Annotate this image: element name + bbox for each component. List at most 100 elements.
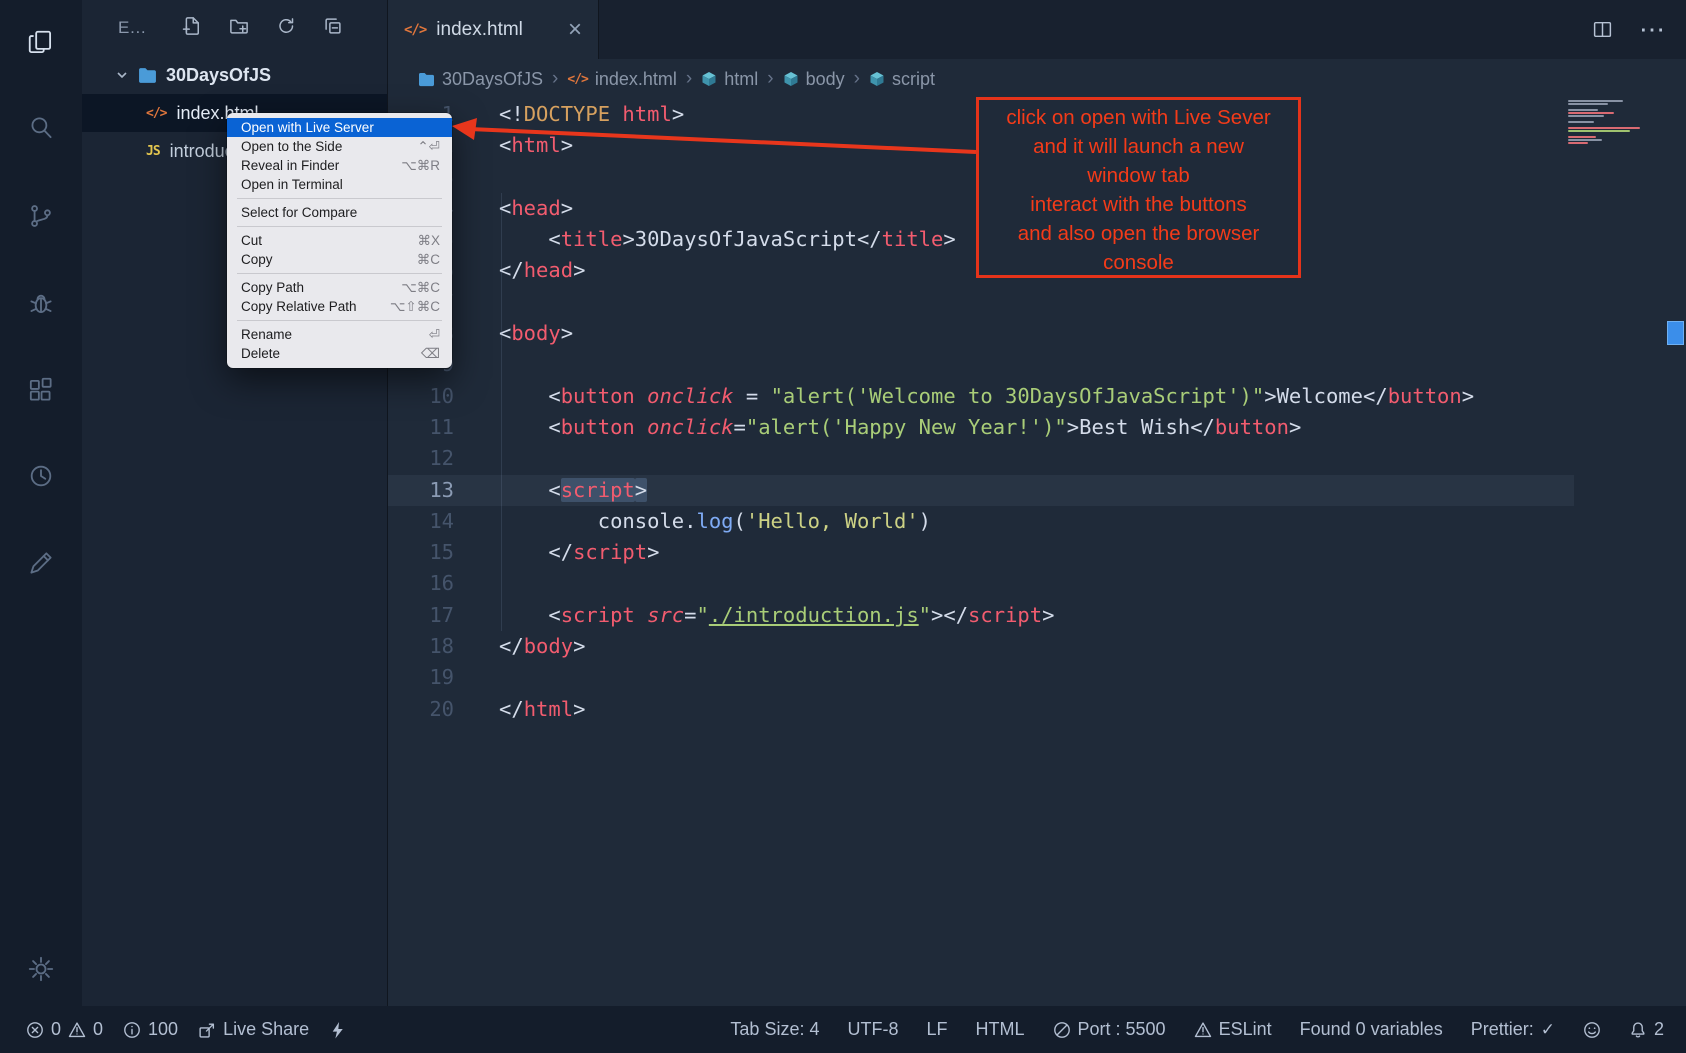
status-bar: 0 0 100 Live Share Tab Size: 4 UTF-8 LF … <box>0 1006 1686 1053</box>
explorer-header: E… <box>82 0 387 56</box>
eol-indicator[interactable]: LF <box>926 1019 947 1040</box>
project-label: 30DaysOfJS <box>166 65 271 86</box>
menu-item-open-with-live-server[interactable]: Open with Live Server <box>227 118 452 137</box>
check-icon: ✓ <box>1541 1020 1555 1040</box>
line-number[interactable]: 14 <box>388 506 454 537</box>
breadcrumb-item-file[interactable]: </> index.html <box>567 69 677 90</box>
explorer-title: E… <box>118 18 182 38</box>
menu-item-select-for-compare[interactable]: Select for Compare <box>227 203 452 222</box>
line-number[interactable]: 13 <box>388 475 454 506</box>
warning-icon <box>68 1021 86 1039</box>
breadcrumb-item-body[interactable]: body <box>783 69 845 90</box>
vscode-window: E… 30Da <box>0 0 1686 1053</box>
minimap[interactable] <box>1568 100 1660 144</box>
line-number[interactable]: 19 <box>388 662 454 693</box>
indent-guide <box>501 193 502 631</box>
source-control-icon[interactable] <box>19 194 63 238</box>
breadcrumb-item-script[interactable]: script <box>869 69 935 90</box>
menu-item-copy-path[interactable]: Copy Path⌥⌘C <box>227 278 452 297</box>
breadcrumb-item-project[interactable]: 30DaysOfJS <box>418 69 543 90</box>
bell-icon <box>1629 1021 1647 1039</box>
menu-item-cut[interactable]: Cut⌘X <box>227 231 452 250</box>
warning-icon <box>1194 1021 1212 1039</box>
menu-item-delete[interactable]: Delete⌫ <box>227 344 452 363</box>
info-indicator[interactable]: 100 <box>123 1019 178 1040</box>
refresh-icon[interactable] <box>276 16 296 41</box>
symbol-cube-icon <box>869 71 885 87</box>
line-number[interactable]: 20 <box>388 694 454 725</box>
collapse-all-icon[interactable] <box>323 16 343 41</box>
line-number[interactable]: 16 <box>388 568 454 599</box>
eslint-indicator[interactable]: ESLint <box>1194 1019 1272 1040</box>
menu-item-copy[interactable]: Copy⌘C <box>227 250 452 269</box>
extensions-icon[interactable] <box>19 368 63 412</box>
new-folder-icon[interactable] <box>229 16 249 41</box>
encoding-indicator[interactable]: UTF-8 <box>847 1019 898 1040</box>
line-number[interactable]: 12 <box>388 443 454 474</box>
share-icon <box>198 1021 216 1039</box>
new-file-icon[interactable] <box>182 16 202 41</box>
line-number[interactable]: 17 <box>388 600 454 631</box>
chevron-down-icon <box>114 67 130 83</box>
code-line: 17 <script src="./introduction.js"></scr… <box>388 600 1574 631</box>
language-indicator[interactable]: HTML <box>976 1019 1025 1040</box>
menu-item-open-to-the-side[interactable]: Open to the Side⌃⏎ <box>227 137 452 156</box>
sidebar-item-project-root[interactable]: 30DaysOfJS <box>82 56 387 94</box>
search-icon[interactable] <box>19 106 63 150</box>
menu-separator <box>237 273 442 274</box>
prettier-indicator[interactable]: Prettier:✓ <box>1471 1019 1555 1040</box>
tab-index-html[interactable]: </> index.html × <box>388 0 599 59</box>
code-line: 18</body> <box>388 631 1574 662</box>
feedback-smiley-button[interactable] <box>1583 1021 1601 1039</box>
folder-icon <box>418 72 435 87</box>
notifications-bell-button[interactable]: 2 <box>1629 1019 1664 1040</box>
line-number[interactable]: 11 <box>388 412 454 443</box>
menu-separator <box>237 226 442 227</box>
debug-icon[interactable] <box>19 281 63 325</box>
port-indicator[interactable]: Port : 5500 <box>1053 1019 1166 1040</box>
menu-item-reveal-in-finder[interactable]: Reveal in Finder⌥⌘R <box>227 156 452 175</box>
symbol-cube-icon <box>701 71 717 87</box>
close-icon[interactable]: × <box>566 18 584 42</box>
breadcrumb-separator: › <box>686 68 692 90</box>
html-file-icon: </> <box>567 72 587 87</box>
circle-slash-icon <box>1053 1021 1071 1039</box>
menu-item-copy-relative-path[interactable]: Copy Relative Path⌥⇧⌘C <box>227 297 452 316</box>
line-number[interactable]: 18 <box>388 631 454 662</box>
menu-separator <box>237 320 442 321</box>
breadcrumb-separator: › <box>767 68 773 90</box>
line-number[interactable]: 15 <box>388 537 454 568</box>
split-editor-icon[interactable] <box>1592 19 1613 40</box>
tab-size-indicator[interactable]: Tab Size: 4 <box>730 1019 819 1040</box>
info-icon <box>123 1021 141 1039</box>
code-line: 14 console.log('Hello, World') <box>388 506 1574 537</box>
error-icon <box>26 1021 44 1039</box>
pencil-icon[interactable] <box>19 541 63 585</box>
clock-icon[interactable] <box>19 454 63 498</box>
breadcrumb-item-html[interactable]: html <box>701 69 758 90</box>
more-actions-icon[interactable]: ⋯ <box>1639 14 1666 45</box>
code-line: 10 <button onclick = "alert('Welcome to … <box>388 381 1574 412</box>
js-file-icon: JS <box>146 144 160 159</box>
line-number[interactable]: 10 <box>388 381 454 412</box>
settings-gear-icon[interactable] <box>19 947 63 991</box>
menu-item-rename[interactable]: Rename⏎ <box>227 325 452 344</box>
problems-indicator[interactable]: 0 0 <box>26 1019 103 1040</box>
live-share-button[interactable]: Live Share <box>198 1019 309 1040</box>
context-menu: Open with Live Server Open to the Side⌃⏎… <box>227 113 452 368</box>
menu-item-open-in-terminal[interactable]: Open in Terminal <box>227 175 452 194</box>
code-line: 15 </script> <box>388 537 1574 568</box>
explorer-icon[interactable] <box>19 21 63 65</box>
tab-bar: </> index.html × ⋯ <box>388 0 1686 59</box>
code-line: 11 <button onclick="alert('Happy New Yea… <box>388 412 1574 443</box>
breadcrumb: 30DaysOfJS › </> index.html › html › bod… <box>388 59 1686 99</box>
annotation-box: click on open with Live Sever and it wil… <box>976 97 1301 278</box>
overview-ruler-marker <box>1667 321 1684 345</box>
html-file-icon: </> <box>404 22 426 38</box>
lightning-button[interactable] <box>329 1021 347 1039</box>
code-line: 16 <box>388 568 1574 599</box>
lightning-icon <box>329 1021 347 1039</box>
symbol-cube-icon <box>783 71 799 87</box>
variables-indicator[interactable]: Found 0 variables <box>1300 1019 1443 1040</box>
folder-icon <box>138 67 157 84</box>
